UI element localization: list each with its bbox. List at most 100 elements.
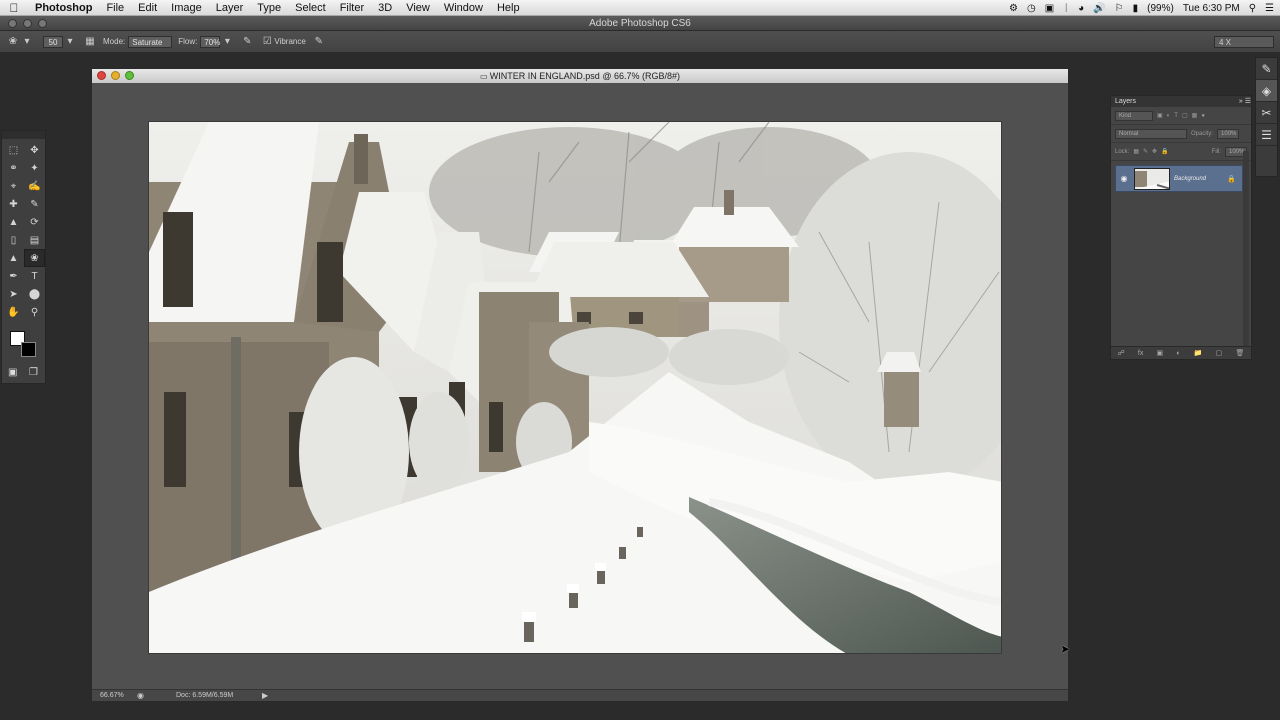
menu-help[interactable]: Help bbox=[490, 0, 527, 16]
menu-image[interactable]: Image bbox=[164, 0, 209, 16]
menu-filter[interactable]: Filter bbox=[333, 0, 371, 16]
link-layers-icon[interactable]: ☍ bbox=[1118, 349, 1125, 357]
zoom-tool-icon[interactable]: ⚲ bbox=[24, 303, 45, 321]
filter-shape-icon[interactable]: ▢ bbox=[1182, 112, 1188, 119]
minimize-window-icon[interactable] bbox=[23, 19, 32, 28]
lock-image-icon[interactable]: ✎ bbox=[1143, 148, 1148, 155]
new-group-icon[interactable]: 📁 bbox=[1194, 349, 1203, 357]
layers-panel-icon[interactable]: ◈ bbox=[1256, 80, 1277, 102]
quick-mask-icon[interactable]: ▣ bbox=[8, 367, 17, 378]
menu-type[interactable]: Type bbox=[250, 0, 288, 16]
close-window-icon[interactable] bbox=[8, 19, 17, 28]
shape-tool-icon[interactable]: ⬤ bbox=[24, 285, 45, 303]
filter-type-icon[interactable]: T bbox=[1174, 113, 1178, 119]
volume-icon[interactable]: 🔊 bbox=[1093, 3, 1105, 14]
tool-preset-dropdown-icon[interactable]: ▾ bbox=[20, 35, 34, 49]
move-tool-icon[interactable]: ✥ bbox=[24, 141, 45, 159]
marquee-tool-icon[interactable]: ⬚ bbox=[3, 141, 24, 159]
hand-tool-icon[interactable]: ✋ bbox=[3, 303, 24, 321]
layers-tab[interactable]: Layers bbox=[1115, 96, 1136, 107]
lock-transparent-icon[interactable]: ▦ bbox=[1133, 148, 1139, 155]
clock[interactable]: Tue 6:30 PM bbox=[1183, 3, 1240, 14]
eraser-tool-icon[interactable]: ▯ bbox=[3, 231, 24, 249]
apple-icon[interactable]:  bbox=[0, 1, 28, 15]
background-color-swatch[interactable] bbox=[21, 342, 36, 357]
layer-lock-icon[interactable]: 🔒 bbox=[1227, 175, 1236, 183]
lock-all-icon[interactable]: 🔒 bbox=[1161, 148, 1168, 155]
tools-panel-header[interactable] bbox=[2, 131, 45, 139]
vibrance-checkbox[interactable]: ☑ bbox=[260, 35, 274, 49]
adjustments-icon[interactable]: ☰ bbox=[1256, 124, 1277, 146]
battery-icon[interactable]: ▮ bbox=[1133, 3, 1139, 14]
brush-size[interactable]: 50 bbox=[43, 35, 63, 48]
close-document-icon[interactable] bbox=[97, 71, 106, 80]
workspace-select[interactable]: 4 X bbox=[1214, 36, 1274, 48]
flow-input[interactable]: 70% bbox=[200, 35, 220, 48]
brush-picker[interactable]: 50 ▾ bbox=[40, 35, 77, 49]
list-icon[interactable]: ☰ bbox=[1265, 3, 1274, 14]
layer-row-background[interactable]: ◉ Background 🔒 bbox=[1115, 165, 1243, 192]
blend-mode-select[interactable]: Normal bbox=[1115, 128, 1187, 139]
menu-photoshop[interactable]: Photoshop bbox=[28, 0, 99, 16]
time-machine-icon[interactable]: ◷ bbox=[1027, 3, 1036, 14]
menu-view[interactable]: View bbox=[399, 0, 437, 16]
panel-menu-icon[interactable]: » ☰ bbox=[1239, 96, 1251, 107]
pressure-size-icon[interactable]: ✎ bbox=[312, 35, 326, 49]
history-brush-tool-icon[interactable]: ⟳ bbox=[24, 213, 45, 231]
flag-icon[interactable]: ⚐ bbox=[1115, 3, 1124, 14]
airbrush-icon[interactable]: ✎ bbox=[240, 35, 254, 49]
new-adjustment-layer-icon[interactable]: ◐ bbox=[1176, 350, 1180, 357]
delete-layer-icon[interactable]: 🗑 bbox=[1235, 349, 1244, 357]
flow-dropdown-icon[interactable]: ▾ bbox=[220, 35, 234, 49]
zoom-level[interactable]: 66.67% bbox=[100, 690, 124, 702]
filter-pixel-icon[interactable]: ▣ bbox=[1157, 112, 1163, 119]
status-menu-arrow-icon[interactable]: ▶ bbox=[262, 690, 268, 702]
menu-select[interactable]: Select bbox=[288, 0, 333, 16]
image-canvas[interactable] bbox=[148, 121, 1002, 654]
menu-edit[interactable]: Edit bbox=[131, 0, 164, 16]
document-title-bar[interactable]: ▭ WINTER IN ENGLAND.psd @ 66.7% (RGB/8#) bbox=[92, 69, 1068, 83]
info-icon[interactable]: ◉ bbox=[137, 690, 144, 702]
sponge-tool-icon[interactable]: ❀ bbox=[6, 35, 20, 49]
menu-file[interactable]: File bbox=[99, 0, 131, 16]
type-tool-icon[interactable]: T bbox=[24, 267, 45, 285]
filter-kind-select[interactable]: Kind bbox=[1115, 110, 1153, 121]
brush-panel-icon[interactable]: ✎ bbox=[1256, 58, 1277, 80]
visibility-eye-icon[interactable]: ◉ bbox=[1118, 174, 1130, 183]
menu-layer[interactable]: Layer bbox=[209, 0, 251, 16]
new-layer-icon[interactable]: ▢ bbox=[1216, 349, 1223, 357]
lasso-tool-icon[interactable]: ⚭ bbox=[3, 159, 24, 177]
filter-smart-object-icon[interactable]: ▦ bbox=[1192, 112, 1198, 119]
bluetooth-icon[interactable]: ᛁ bbox=[1063, 3, 1069, 14]
lock-position-icon[interactable]: ✥ bbox=[1152, 148, 1157, 155]
filter-adjustment-icon[interactable]: ◐ bbox=[1167, 113, 1171, 119]
settings-icon[interactable]: ⚙ bbox=[1009, 3, 1018, 14]
path-selection-tool-icon[interactable]: ➤ bbox=[3, 285, 24, 303]
healing-brush-tool-icon[interactable]: ✚ bbox=[3, 195, 24, 213]
pen-tool-icon[interactable]: ✒ bbox=[3, 267, 24, 285]
wifi-icon[interactable]: ◕ bbox=[1078, 3, 1084, 14]
eyedropper-tool-icon[interactable]: ✍ bbox=[24, 177, 45, 195]
spotlight-icon[interactable]: ⚲ bbox=[1249, 3, 1256, 14]
zoom-window-icon[interactable] bbox=[38, 19, 47, 28]
layer-style-icon[interactable]: fx bbox=[1138, 350, 1143, 357]
menu-3d[interactable]: 3D bbox=[371, 0, 399, 16]
add-mask-icon[interactable]: ▣ bbox=[1157, 349, 1164, 357]
gradient-tool-icon[interactable]: ▤ bbox=[24, 231, 45, 249]
tool-presets-icon[interactable]: ✂ bbox=[1256, 102, 1277, 124]
magic-wand-tool-icon[interactable]: ✦ bbox=[24, 159, 45, 177]
brush-tool-icon[interactable]: ✎ bbox=[24, 195, 45, 213]
sponge-tool-icon[interactable]: ❀ bbox=[24, 249, 45, 267]
screen-mode-icon[interactable]: ❐ bbox=[29, 367, 38, 378]
zoom-document-icon[interactable] bbox=[125, 71, 134, 80]
brush-panel-icon[interactable]: ▦ bbox=[83, 35, 97, 49]
blur-tool-icon[interactable]: ▲ bbox=[3, 249, 24, 267]
opacity-input[interactable]: 100% bbox=[1217, 128, 1240, 139]
crop-tool-icon[interactable]: ⌖ bbox=[3, 177, 24, 195]
brush-dropdown-icon[interactable]: ▾ bbox=[63, 35, 77, 49]
minimize-document-icon[interactable] bbox=[111, 71, 120, 80]
filter-toggle-icon[interactable]: ● bbox=[1201, 113, 1205, 119]
mode-select[interactable]: Saturate bbox=[128, 35, 173, 48]
menu-window[interactable]: Window bbox=[437, 0, 490, 16]
layers-scrollbar[interactable] bbox=[1243, 151, 1249, 346]
